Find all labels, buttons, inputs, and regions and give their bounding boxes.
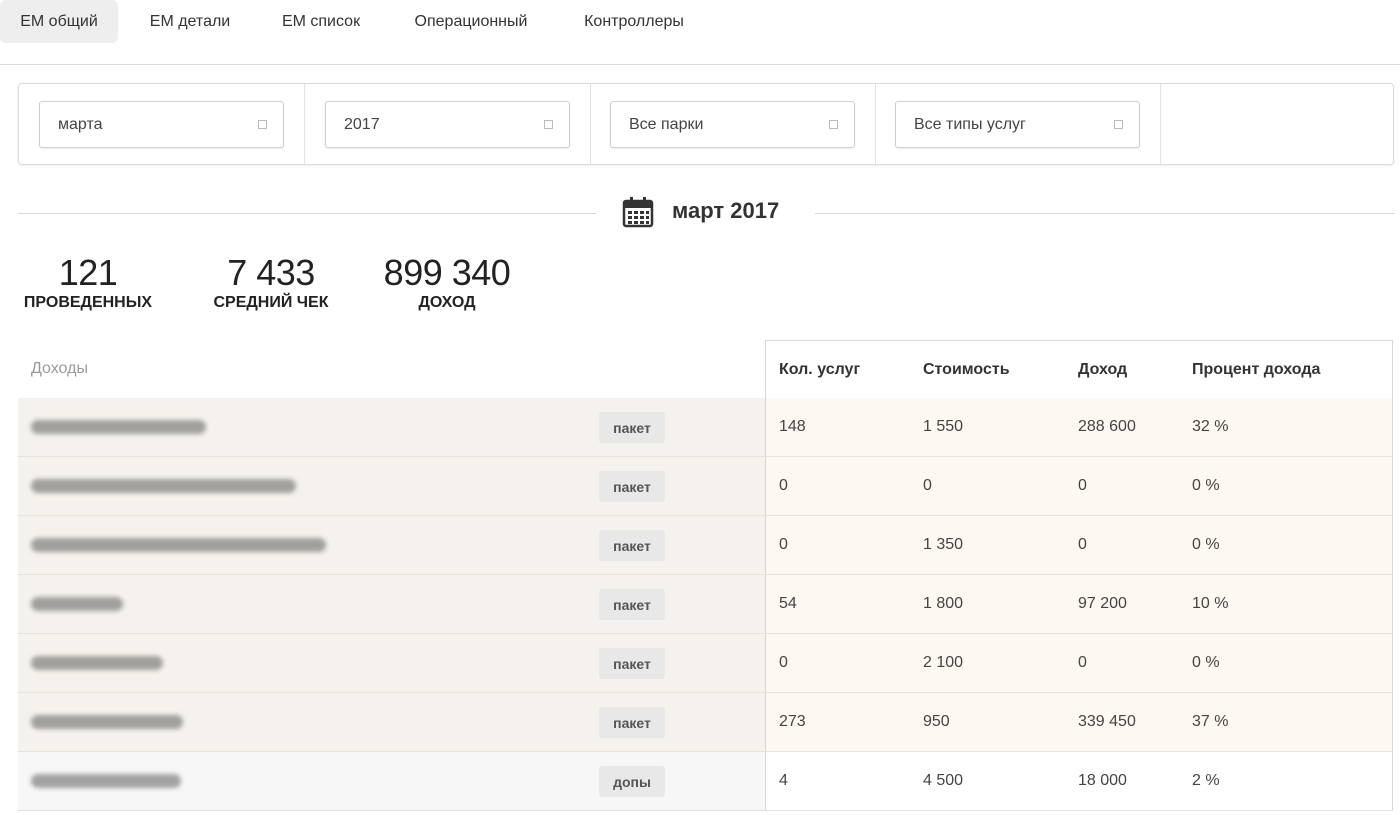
kpi-label: ПРОВЕДЕННЫХ (23, 294, 153, 311)
tab-em-general[interactable]: ЕМ общий (0, 0, 118, 43)
kpi-value: 7 433 (227, 252, 315, 293)
service-kind-badge: пакет (599, 707, 665, 738)
period-title: март 2017 (672, 198, 780, 223)
tab-controllers[interactable]: Контроллеры (563, 0, 705, 43)
table-row[interactable]: пакет 54 1 800 97 200 10 % (18, 575, 1393, 634)
divider (18, 213, 596, 214)
service-kind-badge: пакет (599, 471, 665, 502)
table-row[interactable]: пакет 0 2 100 0 0 % (18, 634, 1393, 693)
kpi-value: 899 340 (383, 252, 511, 293)
filter-cell-park: Все парки (590, 84, 876, 164)
redacted-service-name (31, 479, 296, 493)
kpi-value: 121 (58, 252, 118, 293)
table-row[interactable]: допы 4 4 500 18 000 2 % (18, 752, 1393, 811)
cell-income: 339 450 (1078, 713, 1136, 730)
tab-em-list[interactable]: ЕМ список (262, 0, 380, 43)
column-header-price[interactable]: Стоимость (923, 361, 1010, 379)
dropdown-icon (1114, 120, 1123, 129)
month-select-value: марта (58, 115, 103, 133)
cell-income: 0 (1078, 536, 1087, 553)
filter-cell-year: 2017 (305, 84, 591, 164)
kpi-average-check: 7 433 СРЕДНИЙ ЧЕК (205, 254, 337, 312)
cell-percent: 0 % (1192, 477, 1220, 494)
year-select[interactable]: 2017 (325, 101, 570, 148)
redacted-service-name (31, 597, 123, 611)
cell-price: 0 (923, 477, 932, 494)
redacted-service-name (31, 774, 181, 788)
cell-percent: 37 % (1192, 713, 1229, 730)
cell-percent: 2 % (1192, 772, 1220, 789)
calendar-icon (622, 197, 654, 228)
kpi-label: СРЕДНИЙ ЧЕК (213, 294, 329, 311)
divider (815, 213, 1395, 214)
table-row[interactable]: пакет 148 1 550 288 600 32 % (18, 398, 1393, 457)
tab-operational[interactable]: Операционный (392, 0, 550, 43)
cell-percent: 0 % (1192, 654, 1220, 671)
table-row[interactable]: пакет 0 1 350 0 0 % (18, 516, 1393, 575)
filter-cell-month: марта (19, 84, 305, 164)
cell-count: 0 (779, 477, 788, 494)
table-row[interactable]: пакет 0 0 0 0 % (18, 457, 1393, 516)
redacted-service-name (31, 420, 206, 434)
redacted-service-name (31, 656, 163, 670)
dropdown-icon (544, 120, 553, 129)
dropdown-icon (258, 120, 267, 129)
kpi-income: 899 340 ДОХОД (380, 254, 514, 312)
cell-count: 148 (779, 418, 806, 435)
cell-income: 0 (1078, 477, 1087, 494)
cell-percent: 0 % (1192, 536, 1220, 553)
cell-price: 2 100 (923, 654, 964, 671)
service-type-select-value: Все типы услуг (914, 115, 1026, 133)
cell-count: 54 (779, 595, 797, 612)
service-kind-badge: пакет (599, 648, 665, 679)
cell-income: 97 200 (1078, 595, 1127, 612)
kpi-label: ДОХОД (418, 294, 476, 311)
kpi-conducted: 121 ПРОВЕДЕННЫХ (18, 254, 158, 312)
service-kind-badge: пакет (599, 412, 665, 443)
month-select[interactable]: марта (39, 101, 284, 148)
table-row[interactable]: пакет 273 950 339 450 37 % (18, 693, 1393, 752)
cell-price: 1 550 (923, 418, 964, 435)
park-select-value: Все парки (629, 115, 704, 133)
cell-income: 0 (1078, 654, 1087, 671)
cell-count: 4 (779, 772, 788, 789)
cell-percent: 32 % (1192, 418, 1229, 435)
redacted-service-name (31, 715, 183, 729)
cell-percent: 10 % (1192, 595, 1229, 612)
filters-panel: марта 2017 Все парки Все типы услуг (18, 83, 1394, 165)
tab-em-details[interactable]: ЕМ детали (131, 0, 249, 43)
service-kind-badge: пакет (599, 530, 665, 561)
cell-price: 950 (923, 713, 950, 730)
redacted-service-name (31, 538, 326, 552)
column-header-income[interactable]: Доход (1078, 361, 1127, 379)
column-header-percent[interactable]: Процент дохода (1192, 361, 1320, 379)
column-header-count[interactable]: Кол. услуг (779, 361, 860, 379)
cell-income: 18 000 (1078, 772, 1127, 789)
service-kind-badge: допы (599, 766, 665, 797)
cell-count: 0 (779, 536, 788, 553)
income-section-label: Доходы (31, 360, 88, 377)
cell-price: 1 800 (923, 595, 964, 612)
service-kind-badge: пакет (599, 589, 665, 620)
year-select-value: 2017 (344, 115, 380, 133)
cell-count: 273 (779, 713, 806, 730)
cell-count: 0 (779, 654, 788, 671)
dropdown-icon (829, 120, 838, 129)
service-type-select[interactable]: Все типы услуг (895, 101, 1140, 148)
filter-cell-service-type: Все типы услуг (875, 84, 1161, 164)
nav-tabs: ЕМ общий ЕМ детали ЕМ список Операционны… (0, 0, 1400, 65)
table-header: Кол. услуг Стоимость Доход Процент доход… (765, 340, 1393, 398)
park-select[interactable]: Все парки (610, 101, 855, 148)
cell-price: 4 500 (923, 772, 964, 789)
cell-income: 288 600 (1078, 418, 1136, 435)
cell-price: 1 350 (923, 536, 964, 553)
